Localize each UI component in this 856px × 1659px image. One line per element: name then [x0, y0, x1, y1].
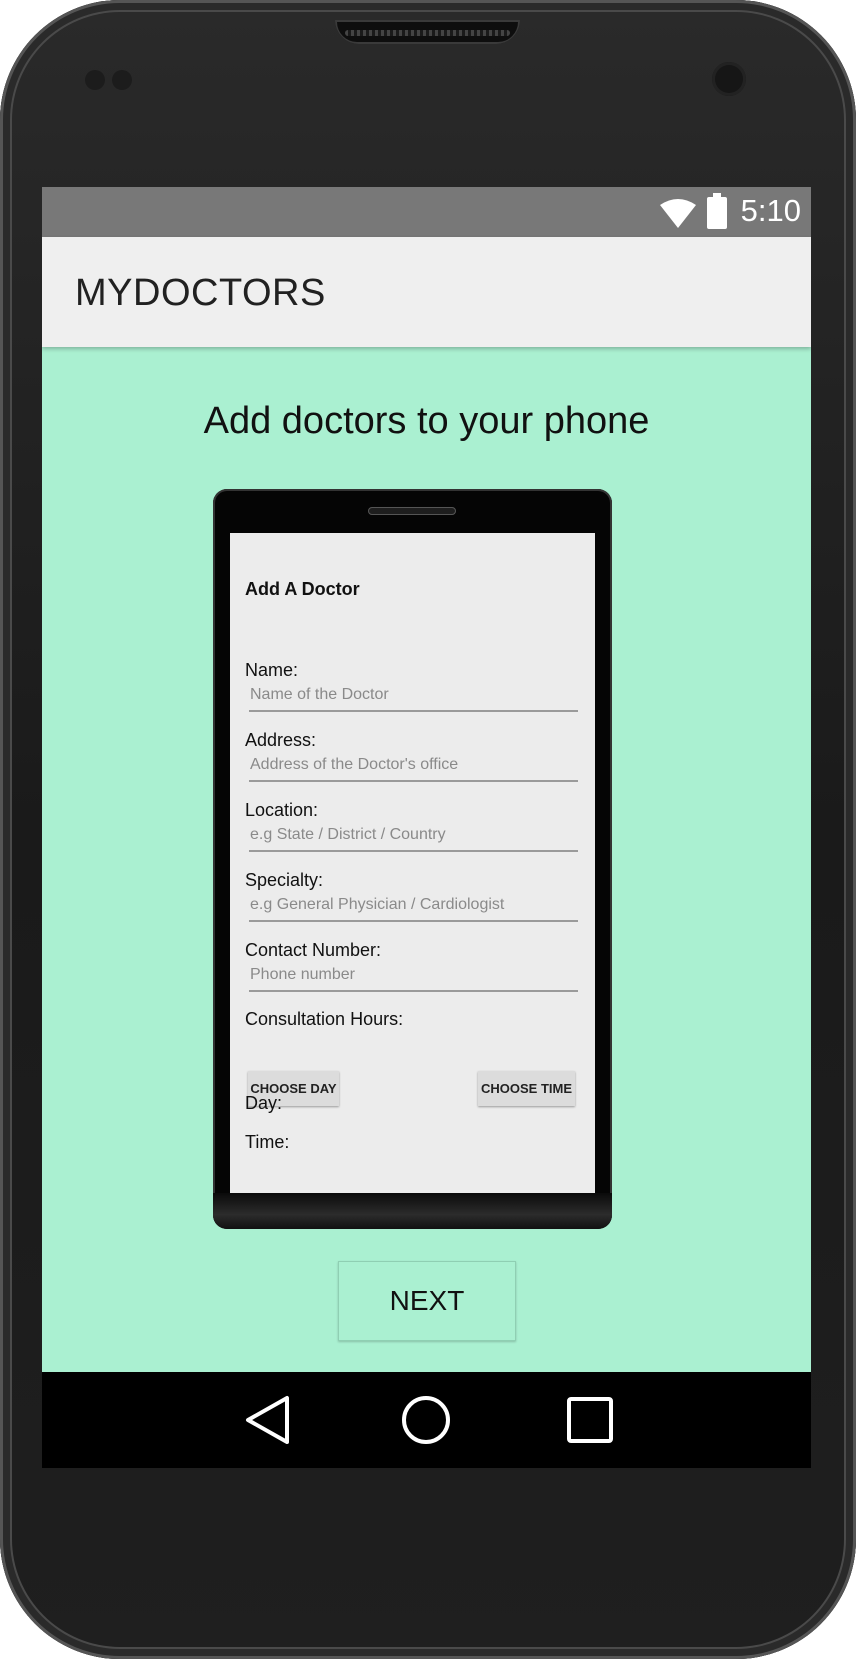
next-button[interactable]: NEXT: [338, 1261, 516, 1341]
light-sensor: [112, 70, 132, 90]
illustration-phone: Add A Doctor Name: Name of the Doctor Ad…: [213, 489, 612, 1229]
illustration-speaker: [368, 507, 456, 515]
recents-square-icon[interactable]: [566, 1396, 614, 1444]
day-label: Day:: [245, 1093, 283, 1113]
proximity-sensor: [85, 70, 105, 90]
earpiece-speaker: [335, 20, 520, 44]
contact-number-field: Phone number: [249, 964, 578, 992]
specialty-field: e.g General Physician / Cardiologist: [249, 894, 578, 922]
consultation-hours-label: Consultation Hours:: [245, 1009, 404, 1029]
choose-time-button: CHOOSE TIME: [478, 1071, 575, 1106]
location-label: Location:: [245, 800, 319, 820]
name-label: Name:: [245, 660, 299, 680]
device-frame: 5:10 MYDOCTORS Add doctors to your phone…: [0, 0, 856, 1659]
status-bar: 5:10: [42, 187, 811, 237]
contact-number-label: Contact Number:: [245, 940, 382, 960]
status-time: 5:10: [740, 193, 801, 228]
battery-icon: [707, 193, 727, 229]
home-circle-icon[interactable]: [400, 1394, 452, 1446]
back-triangle-icon[interactable]: [242, 1394, 292, 1446]
specialty-label: Specialty:: [245, 870, 324, 890]
app-bar: MYDOCTORS: [42, 237, 811, 347]
page-headline: Add doctors to your phone: [203, 400, 650, 442]
navigation-bar: [42, 1372, 811, 1468]
screen: 5:10 MYDOCTORS Add doctors to your phone…: [42, 187, 811, 1468]
wifi-icon: [660, 199, 696, 228]
app-title: MYDOCTORS: [75, 272, 326, 314]
front-camera: [712, 62, 746, 96]
form-title: Add A Doctor: [245, 579, 360, 599]
illustration-screen: Add A Doctor Name: Name of the Doctor Ad…: [230, 533, 595, 1208]
time-label: Time:: [245, 1132, 290, 1152]
address-field: Address of the Doctor's office: [249, 754, 578, 782]
illustration-chin: [213, 1193, 612, 1229]
location-field: e.g State / District / Country: [249, 824, 578, 852]
address-label: Address:: [245, 730, 317, 750]
name-field: Name of the Doctor: [249, 684, 578, 712]
